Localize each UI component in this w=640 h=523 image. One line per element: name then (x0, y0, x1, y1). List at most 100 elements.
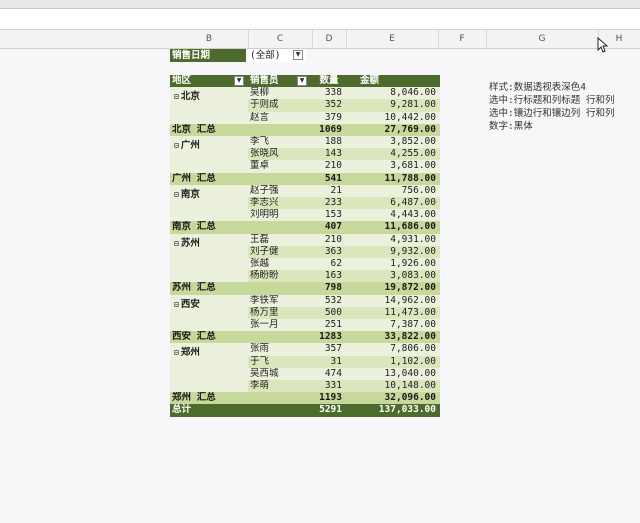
salesperson-name[interactable]: 于飞 (248, 355, 312, 368)
salesperson-name[interactable]: 张晓风 (248, 148, 312, 161)
qty-cell[interactable]: 210 (312, 160, 346, 173)
collapse-icon[interactable]: ⊟ (174, 239, 179, 248)
qty-cell[interactable]: 31 (312, 355, 346, 368)
salesperson-name[interactable]: 李志兴 (248, 197, 312, 210)
collapse-icon[interactable]: ⊟ (174, 300, 179, 309)
amount-cell[interactable]: 7,387.00 (346, 319, 440, 332)
amount-cell[interactable]: 756.00 (346, 184, 440, 197)
subtotal-amount[interactable]: 33,822.00 (346, 331, 440, 344)
column-header-D[interactable]: D (312, 30, 347, 48)
grand-total-qty[interactable]: 5291 (312, 404, 346, 417)
amount-cell[interactable]: 4,255.00 (346, 148, 440, 161)
region-cell[interactable]: ⊟ 北京 (170, 87, 248, 124)
grand-total-amount[interactable]: 137,033.00 (346, 404, 440, 417)
column-header-F[interactable]: F (438, 30, 487, 48)
amount-cell[interactable]: 13,040.00 (346, 367, 440, 380)
collapse-icon[interactable]: ⊟ (174, 348, 179, 357)
subtotal-qty[interactable]: 1283 (312, 331, 346, 344)
subtotal-amount[interactable]: 32,096.00 (346, 392, 440, 405)
column-header-B[interactable]: B (170, 30, 249, 48)
salesperson-name[interactable]: 刘明明 (248, 209, 312, 222)
subtotal-amount[interactable]: 11,686.00 (346, 221, 440, 234)
salesperson-name[interactable]: 赵子强 (248, 184, 312, 197)
subtotal-label[interactable]: 西安 汇总 (170, 331, 312, 344)
salesperson-name[interactable]: 李萌 (248, 380, 312, 393)
amount-cell[interactable]: 1,102.00 (346, 355, 440, 368)
salesperson-name[interactable]: 张越 (248, 258, 312, 271)
collapse-icon[interactable]: ⊟ (174, 141, 179, 150)
column-header-E[interactable]: E (346, 30, 439, 48)
amount-cell[interactable]: 9,281.00 (346, 99, 440, 112)
subtotal-label[interactable]: 南京 汇总 (170, 221, 312, 234)
qty-cell[interactable]: 379 (312, 111, 346, 124)
collapse-icon[interactable]: ⊟ (174, 92, 179, 101)
filter-dropdown-icon[interactable]: ▼ (293, 50, 303, 60)
salesperson-name[interactable]: 吴柳 (248, 87, 312, 100)
amount-cell[interactable]: 10,442.00 (346, 111, 440, 124)
qty-cell[interactable]: 233 (312, 197, 346, 210)
formula-bar[interactable] (0, 9, 640, 30)
subtotal-label[interactable]: 苏州 汇总 (170, 282, 312, 295)
qty-cell[interactable]: 21 (312, 184, 346, 197)
subtotal-amount[interactable]: 11,788.00 (346, 172, 440, 185)
region-cell[interactable]: ⊟ 南京 (170, 184, 248, 222)
subtotal-label[interactable]: 郑州 汇总 (170, 392, 312, 405)
subtotal-amount[interactable]: 19,872.00 (346, 282, 440, 295)
salesperson-name[interactable]: 王磊 (248, 233, 312, 246)
region-cell[interactable]: ⊟ 苏州 (170, 233, 248, 283)
qty-cell[interactable]: 62 (312, 258, 346, 271)
region-cell[interactable]: ⊟ 广州 (170, 136, 248, 173)
salesperson-name[interactable]: 杨万里 (248, 306, 312, 319)
qty-cell[interactable]: 352 (312, 99, 346, 112)
salesperson-name[interactable]: 李铁军 (248, 294, 312, 307)
amount-cell[interactable]: 3,083.00 (346, 270, 440, 283)
region-cell[interactable]: ⊟ 西安 (170, 294, 248, 332)
subtotal-qty[interactable]: 541 (312, 172, 346, 185)
qty-cell[interactable]: 210 (312, 233, 346, 246)
qty-cell[interactable]: 188 (312, 136, 346, 149)
salesperson-name[interactable]: 杨盼盼 (248, 270, 312, 283)
subtotal-label[interactable]: 广州 汇总 (170, 172, 312, 185)
salesperson-name[interactable]: 于则成 (248, 99, 312, 112)
region-cell[interactable]: ⊟ 郑州 (170, 343, 248, 393)
column-filter-icon[interactable]: ▼ (234, 76, 244, 86)
amount-cell[interactable]: 9,932.00 (346, 245, 440, 258)
qty-cell[interactable]: 357 (312, 343, 346, 356)
amount-cell[interactable]: 3,681.00 (346, 160, 440, 173)
qty-cell[interactable]: 153 (312, 209, 346, 222)
amount-cell[interactable]: 4,443.00 (346, 209, 440, 222)
salesperson-name[interactable]: 张雨 (248, 343, 312, 356)
subtotal-qty[interactable]: 1193 (312, 392, 346, 405)
amount-cell[interactable]: 4,931.00 (346, 233, 440, 246)
salesperson-name[interactable]: 李飞 (248, 136, 312, 149)
subtotal-label[interactable]: 北京 汇总 (170, 123, 312, 136)
qty-cell[interactable]: 363 (312, 245, 346, 258)
subtotal-qty[interactable]: 798 (312, 282, 346, 295)
amount-cell[interactable]: 8,046.00 (346, 87, 440, 100)
subtotal-amount[interactable]: 27,769.00 (346, 123, 440, 136)
amount-cell[interactable]: 3,852.00 (346, 136, 440, 149)
qty-cell[interactable]: 251 (312, 319, 346, 332)
subtotal-qty[interactable]: 407 (312, 221, 346, 234)
amount-cell[interactable]: 11,473.00 (346, 306, 440, 319)
qty-cell[interactable]: 474 (312, 367, 346, 380)
qty-cell[interactable]: 532 (312, 294, 346, 307)
grand-total-label[interactable]: 总计 (170, 404, 312, 417)
amount-cell[interactable]: 6,487.00 (346, 197, 440, 210)
qty-cell[interactable]: 500 (312, 306, 346, 319)
qty-cell[interactable]: 331 (312, 380, 346, 393)
salesperson-name[interactable]: 董卓 (248, 160, 312, 173)
salesperson-name[interactable]: 刘子健 (248, 245, 312, 258)
salesperson-name[interactable]: 赵言 (248, 111, 312, 124)
qty-cell[interactable]: 143 (312, 148, 346, 161)
amount-cell[interactable]: 1,926.00 (346, 258, 440, 271)
salesperson-name[interactable]: 吴西城 (248, 367, 312, 380)
subtotal-qty[interactable]: 1069 (312, 123, 346, 136)
column-filter-icon[interactable]: ▼ (297, 76, 307, 86)
amount-cell[interactable]: 7,806.00 (346, 343, 440, 356)
qty-cell[interactable]: 338 (312, 87, 346, 100)
amount-cell[interactable]: 10,148.00 (346, 380, 440, 393)
column-header-G[interactable]: G (486, 30, 599, 48)
amount-cell[interactable]: 14,962.00 (346, 294, 440, 307)
collapse-icon[interactable]: ⊟ (174, 190, 179, 199)
